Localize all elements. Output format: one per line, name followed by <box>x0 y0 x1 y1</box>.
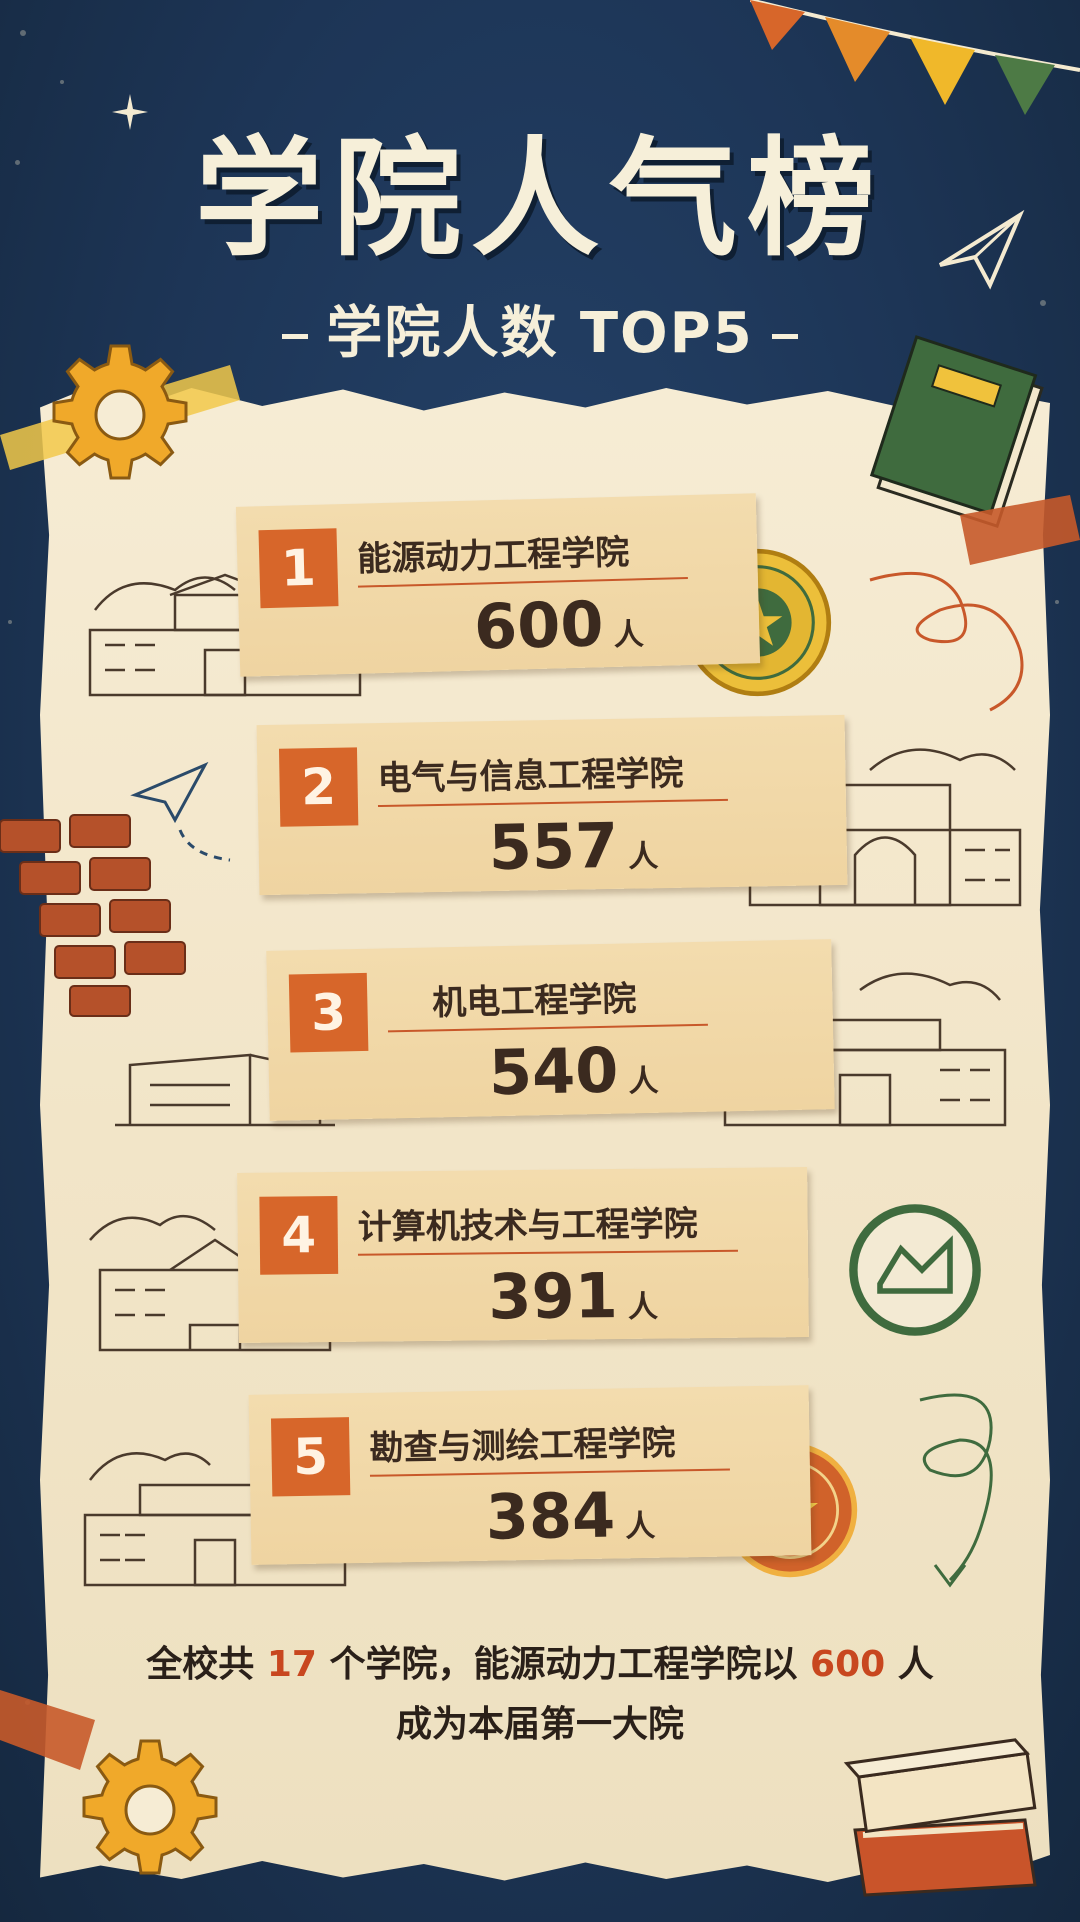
count-unit: 人 <box>613 617 645 653</box>
student-count: 391 人 <box>488 1259 659 1334</box>
subtitle-dash-left <box>282 334 309 340</box>
college-name: 机电工程学院 <box>431 979 637 1024</box>
count-unit: 人 <box>625 1508 656 1545</box>
summary-line-2: 成为本届第一大院 <box>395 1704 684 1745</box>
page-title: 学院人气榜 <box>194 125 885 274</box>
rank-number: 3 <box>288 972 369 1053</box>
count-unit: 人 <box>628 1063 659 1100</box>
summary-suffix: 人 <box>897 1644 934 1685</box>
rank-card-2: 2 电气与信息工程学院 557 人 <box>256 714 848 896</box>
college-name: 计算机技术与工程学院 <box>357 1204 698 1248</box>
poster: 学院人气榜 学院人数 TOP5 1 能源动力工程学院 600 人 2 电气与信息… <box>0 0 1080 1922</box>
rank-number: 1 <box>258 528 339 609</box>
paper-plane-icon <box>938 209 1025 290</box>
student-count: 540 人 <box>488 1033 659 1110</box>
summary-prefix: 全校共 <box>146 1644 255 1685</box>
college-name: 勘查与测绘工程学院 <box>369 1423 676 1469</box>
rank-number: 2 <box>278 747 359 827</box>
rank-number: 5 <box>270 1417 351 1497</box>
paper-plane-icon <box>130 761 231 862</box>
divider <box>357 1249 738 1256</box>
rank-card-3: 3 机电工程学院 540 人 <box>266 939 835 1121</box>
rank-card-1: 1 能源动力工程学院 600 人 <box>235 493 761 677</box>
college-name: 能源动力工程学院 <box>356 532 630 580</box>
divider <box>387 1023 708 1033</box>
count-value: 557 <box>488 808 619 885</box>
rank-card-4: 4 计算机技术与工程学院 391 人 <box>237 1167 809 1343</box>
student-count: 384 人 <box>485 1478 656 1554</box>
student-count: 600 人 <box>473 586 644 663</box>
student-count: 557 人 <box>488 808 659 884</box>
rank-card-5: 5 勘查与测绘工程学院 384 人 <box>248 1385 812 1565</box>
rank-number: 4 <box>259 1195 339 1275</box>
count-value: 600 <box>473 587 605 664</box>
gear-icon <box>82 1739 218 1875</box>
count-value: 540 <box>488 1033 620 1110</box>
seal-icon <box>849 1204 981 1336</box>
college-name: 电气与信息工程学院 <box>377 753 684 800</box>
summary-middle: 个学院，能源动力工程学院以 <box>329 1644 798 1685</box>
summary-line-1: 全校共 17 个学院，能源动力工程学院以 600 人 <box>0 1635 1080 1687</box>
count-value: 384 <box>485 1478 616 1554</box>
divider <box>377 798 728 808</box>
subtitle-text: 学院人数 TOP5 <box>326 301 754 366</box>
swirl-doodle <box>869 571 1024 712</box>
count-unit: 人 <box>628 839 659 875</box>
top-count: 600 <box>810 1644 886 1685</box>
gear-icon <box>52 344 188 480</box>
total-colleges: 17 <box>266 1644 317 1685</box>
subtitle-dash-right <box>771 334 798 340</box>
divider <box>369 1468 730 1477</box>
count-value: 391 <box>488 1259 619 1334</box>
count-unit: 人 <box>627 1289 659 1325</box>
arrow-doodle <box>919 1393 993 1588</box>
